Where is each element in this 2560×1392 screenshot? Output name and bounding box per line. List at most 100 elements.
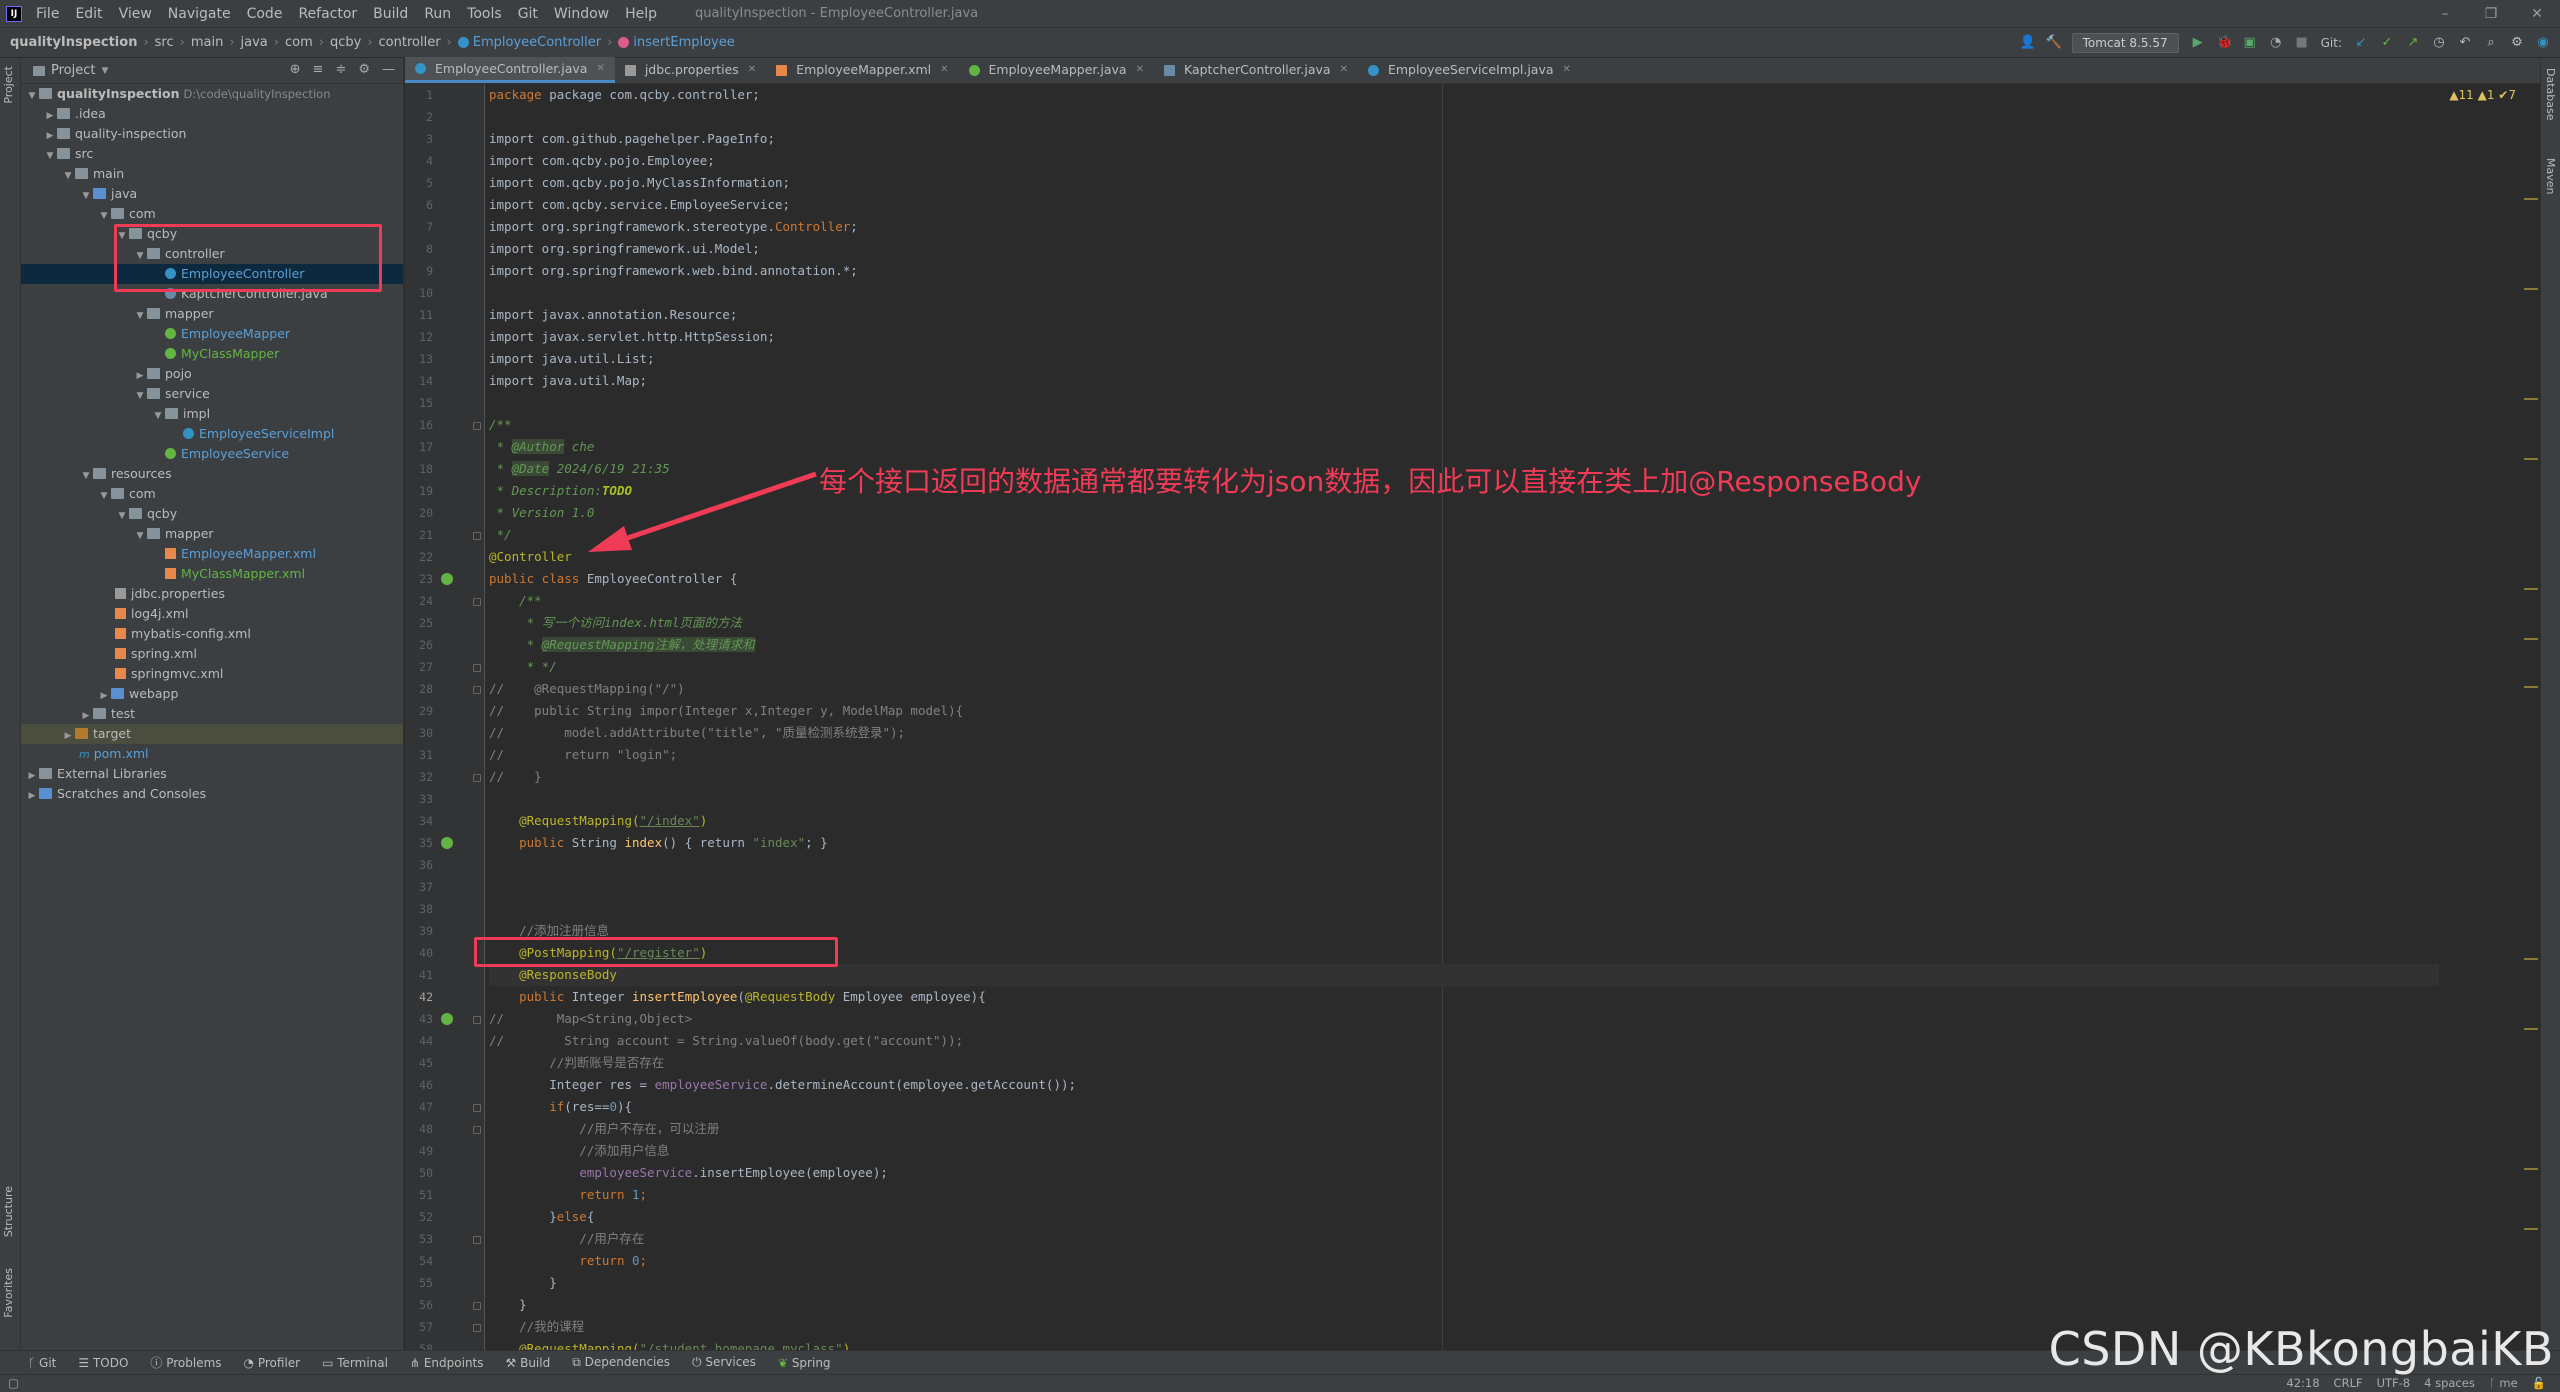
maven-tool-tab[interactable]: Maven — [2544, 158, 2557, 194]
fold-marker-icon[interactable] — [473, 774, 481, 782]
fold-marker-icon[interactable] — [473, 686, 481, 694]
chevron-right-icon[interactable]: ▶ — [97, 686, 111, 706]
tree-node-employeemapper[interactable]: EmployeeMapper — [21, 324, 403, 344]
menu-git[interactable]: Git — [510, 6, 546, 22]
git-branch[interactable]: ᚴ me — [2489, 1376, 2518, 1390]
warning-marker[interactable] — [2524, 1028, 2538, 1030]
close-icon[interactable]: ✕ — [1563, 57, 1571, 83]
file-encoding[interactable]: UTF-8 — [2377, 1376, 2411, 1390]
warning-marker[interactable] — [2524, 398, 2538, 400]
breadcrumb-controller[interactable]: controller — [379, 35, 441, 50]
tree-node-log4j[interactable]: log4j.xml — [21, 604, 403, 624]
database-tool-tab[interactable]: Database — [2544, 68, 2557, 121]
caret-position[interactable]: 42:18 — [2286, 1376, 2319, 1390]
build-hammer-icon[interactable]: 🔨 — [2046, 36, 2062, 50]
fold-marker-icon[interactable] — [473, 1236, 481, 1244]
tree-node-res-mapper[interactable]: ▼ mapper — [21, 524, 403, 544]
structure-tool-tab[interactable]: Structure — [2, 1186, 15, 1237]
tree-node-main[interactable]: ▼ main — [21, 164, 403, 184]
collapse-all-icon[interactable]: ≑ — [335, 62, 346, 77]
menu-tools[interactable]: Tools — [459, 6, 510, 22]
fold-marker-icon[interactable] — [473, 1324, 481, 1332]
fold-marker-icon[interactable] — [473, 1126, 481, 1134]
tool-dependencies[interactable]: ⧉ Dependencies — [572, 1355, 670, 1370]
warning-marker[interactable] — [2524, 1168, 2538, 1170]
tree-node-test[interactable]: ▶ test — [21, 704, 403, 724]
gear-icon[interactable]: ⚙ — [358, 62, 370, 77]
chevron-right-icon[interactable]: ▶ — [43, 106, 57, 126]
tool-endpoints[interactable]: ⋔ Endpoints — [410, 1356, 484, 1370]
gear-icon[interactable]: ⚙ — [2510, 36, 2524, 50]
tree-node-employeeserviceimpl[interactable]: EmployeeServiceImpl — [21, 424, 403, 444]
rollback-icon[interactable]: ↶ — [2458, 36, 2472, 50]
warning-marker[interactable] — [2524, 588, 2538, 590]
tree-node-scratches[interactable]: ▶ Scratches and Consoles — [21, 784, 403, 804]
menu-help[interactable]: Help — [617, 6, 665, 22]
breadcrumb-project[interactable]: qualityInspection — [10, 35, 137, 50]
tree-node-springmvc-xml[interactable]: springmvc.xml — [21, 664, 403, 684]
warning-marker[interactable] — [2524, 638, 2538, 640]
breadcrumb-qcby[interactable]: qcby — [330, 35, 361, 50]
hide-icon[interactable]: — — [382, 62, 395, 77]
fold-marker-icon[interactable] — [473, 532, 481, 540]
tab-jdbc-properties[interactable]: jdbc.properties ✕ — [615, 57, 766, 83]
fold-marker-icon[interactable] — [473, 1104, 481, 1112]
tree-node-pojo[interactable]: ▶ pojo — [21, 364, 403, 384]
chevron-down-icon[interactable]: ▼ — [61, 166, 75, 186]
tool-spring[interactable]: ❦ Spring — [778, 1356, 831, 1370]
tree-node-java[interactable]: ▼ java — [21, 184, 403, 204]
tool-todo[interactable]: ☰ TODO — [78, 1356, 128, 1370]
tree-node-qualityinspection[interactable]: ▼ qualityInspection D:\code\qualityInspec… — [21, 84, 403, 104]
tree-node-res-qcby[interactable]: ▼ qcby — [21, 504, 403, 524]
chevron-down-icon[interactable]: ▼ — [79, 186, 93, 206]
tree-node-impl[interactable]: ▼ impl — [21, 404, 403, 424]
chevron-right-icon[interactable]: ▶ — [25, 786, 39, 806]
menu-build[interactable]: Build — [365, 6, 416, 22]
ide-update-icon[interactable]: ◉ — [2536, 36, 2550, 50]
chevron-right-icon[interactable]: ▶ — [79, 706, 93, 726]
fold-marker-icon[interactable] — [473, 422, 481, 430]
chevron-down-icon[interactable]: ▼ — [97, 206, 111, 226]
tree-node-myclassmapper[interactable]: MyClassMapper — [21, 344, 403, 364]
bean-icon[interactable] — [441, 573, 453, 585]
menu-run[interactable]: Run — [416, 6, 459, 22]
warning-marker[interactable] — [2524, 198, 2538, 200]
favorites-tool-tab[interactable]: Favorites — [2, 1268, 15, 1318]
git-update-icon[interactable]: ↙ — [2354, 36, 2368, 50]
tab-employeeserviceimpl[interactable]: EmployeeServiceImpl.java ✕ — [1358, 57, 1581, 83]
search-icon[interactable]: ⌕ — [2484, 36, 2498, 50]
locate-icon[interactable]: ⊕ — [290, 62, 301, 77]
tree-node-src[interactable]: ▼ src — [21, 144, 403, 164]
chevron-down-icon[interactable]: ▼ — [133, 306, 147, 326]
warning-marker[interactable] — [2524, 1228, 2538, 1230]
tree-node-jdbc-properties[interactable]: jdbc.properties — [21, 584, 403, 604]
menu-refactor[interactable]: Refactor — [290, 6, 365, 22]
warning-marker[interactable] — [2524, 458, 2538, 460]
chevron-right-icon[interactable]: ▶ — [25, 766, 39, 786]
tree-node-webapp[interactable]: ▶ webapp — [21, 684, 403, 704]
coverage-icon[interactable]: ▣ — [2243, 36, 2257, 50]
history-icon[interactable]: ◷ — [2432, 36, 2446, 50]
tree-node-employeeservice[interactable]: EmployeeService — [21, 444, 403, 464]
breadcrumb-main[interactable]: main — [191, 35, 223, 50]
chevron-down-icon[interactable]: ▼ — [79, 466, 93, 486]
tree-node-mybatis-config[interactable]: mybatis-config.xml — [21, 624, 403, 644]
close-icon[interactable]: ✕ — [1136, 57, 1144, 83]
project-panel-title[interactable]: Project — [51, 63, 95, 78]
run-configuration-select[interactable]: Tomcat 8.5.57 — [2071, 33, 2179, 53]
tree-node-quality-inspection[interactable]: ▶ quality-inspection — [21, 124, 403, 144]
tree-node-target[interactable]: ▶ target — [21, 724, 403, 744]
close-icon[interactable]: ✕ — [940, 57, 948, 83]
tree-node-res-com[interactable]: ▼ com — [21, 484, 403, 504]
tree-node-spring-xml[interactable]: spring.xml — [21, 644, 403, 664]
tool-terminal[interactable]: ▭ Terminal — [322, 1356, 388, 1370]
tree-node-com[interactable]: ▼ com — [21, 204, 403, 224]
run-icon[interactable]: ▶ — [2191, 36, 2205, 50]
restore-icon[interactable]: ❐ — [2468, 0, 2514, 28]
chevron-down-icon[interactable]: ▼ — [151, 406, 165, 426]
fold-marker-icon[interactable] — [473, 598, 481, 606]
menu-navigate[interactable]: Navigate — [160, 6, 239, 22]
breadcrumb-java[interactable]: java — [241, 35, 268, 50]
chevron-right-icon[interactable]: ▶ — [133, 366, 147, 386]
tree-node-external-libraries[interactable]: ▶ External Libraries — [21, 764, 403, 784]
